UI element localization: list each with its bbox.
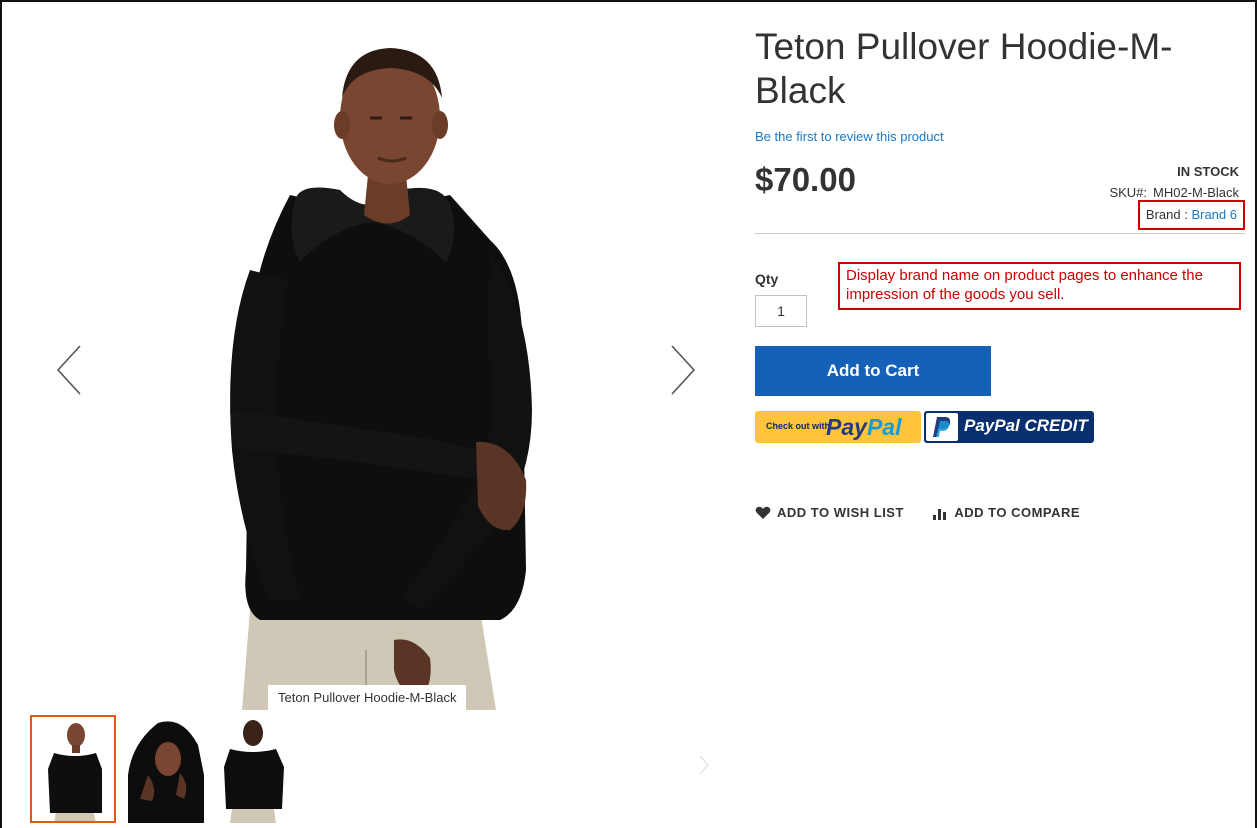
brand-highlight: Brand : Brand 6 xyxy=(1137,200,1245,230)
paypal-logo-pal: Pal xyxy=(866,414,902,440)
paypal-checkout-label: Check out with xyxy=(766,421,831,431)
thumbnail-next-icon[interactable] xyxy=(696,753,712,777)
add-to-compare-link[interactable]: ADD TO COMPARE xyxy=(932,505,1080,520)
page-title: Teton Pullover Hoodie-M-Black xyxy=(755,26,1173,111)
brand-label: Brand : xyxy=(1145,207,1188,222)
product-info: Teton Pullover Hoodie-M-Black Be the fir… xyxy=(755,25,1245,520)
paypal-logo-pay: Pay xyxy=(826,414,867,440)
add-to-cart-button[interactable]: Add to Cart xyxy=(755,346,991,396)
wishlist-label: ADD TO WISH LIST xyxy=(777,505,904,520)
product-sku: SKU#: MH02-M-Black xyxy=(1109,185,1239,200)
product-price: $70.00 xyxy=(755,161,856,198)
sku-value: MH02-M-Black xyxy=(1153,185,1239,200)
chevron-right-icon xyxy=(671,345,696,395)
brand-link[interactable]: Brand 6 xyxy=(1191,207,1237,222)
gallery-caption: Teton Pullover Hoodie-M-Black xyxy=(268,685,467,711)
chevron-left-icon xyxy=(56,345,81,395)
review-link[interactable]: Be the first to review this product xyxy=(755,129,944,144)
product-social-actions: ADD TO WISH LIST ADD TO COMPARE xyxy=(755,505,1104,525)
product-gallery xyxy=(10,10,720,710)
thumbnail-strip xyxy=(30,715,730,823)
divider xyxy=(755,233,1245,234)
paypal-p-icon xyxy=(926,413,958,441)
stock-status: IN STOCK xyxy=(1177,164,1239,179)
heart-icon xyxy=(755,506,771,519)
compare-bars-icon xyxy=(933,508,947,520)
gallery-prev-button[interactable] xyxy=(50,340,90,400)
brand-callout: Display brand name on product pages to e… xyxy=(838,262,1241,310)
paypal-checkout-button[interactable]: Check out with PayPal xyxy=(755,411,921,443)
compare-label: ADD TO COMPARE xyxy=(954,505,1081,520)
qty-input[interactable] xyxy=(755,295,807,327)
qty-label: Qty xyxy=(755,271,779,287)
paypal-credit-label: PayPal CREDIT xyxy=(964,416,1088,435)
paypal-credit-button[interactable]: PayPal CREDIT xyxy=(924,411,1094,443)
sku-label: SKU#: xyxy=(1109,185,1148,200)
paypal-logo: PayPal xyxy=(826,414,901,441)
thumbnail-back[interactable] xyxy=(210,715,296,823)
thumbnail-hood-up[interactable] xyxy=(118,715,204,823)
gallery-next-button[interactable] xyxy=(662,340,702,400)
thumbnail-front[interactable] xyxy=(30,715,116,823)
product-main-image[interactable] xyxy=(10,10,720,710)
add-to-wishlist-link[interactable]: ADD TO WISH LIST xyxy=(755,505,904,520)
